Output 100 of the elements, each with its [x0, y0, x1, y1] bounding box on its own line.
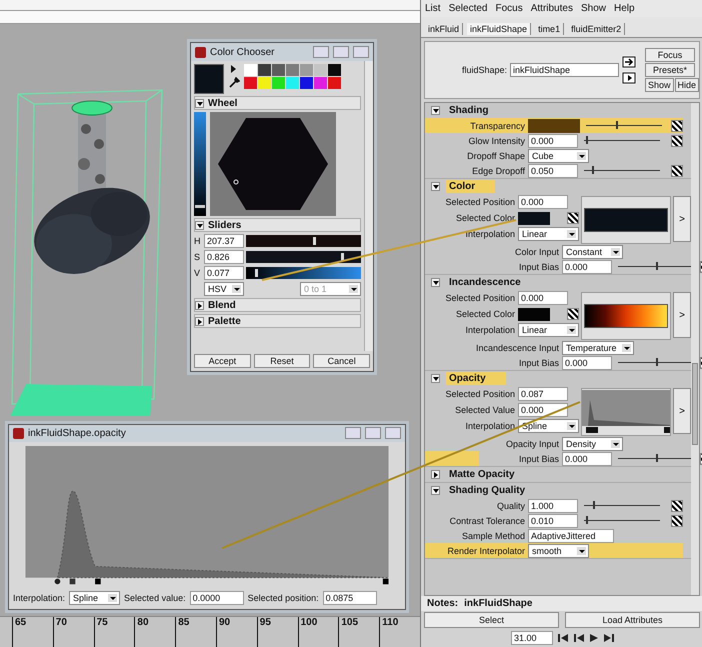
dialog-button[interactable]: Cancel — [313, 354, 370, 368]
dropdown[interactable]: Density — [562, 436, 623, 450]
palette-swatch[interactable] — [258, 64, 271, 76]
slider-track[interactable] — [246, 251, 361, 263]
section-header[interactable]: Wheel — [194, 96, 361, 110]
value-field[interactable]: 0.000 — [518, 403, 568, 417]
section-header[interactable]: Color — [425, 179, 691, 194]
ramp-expand-button[interactable]: > — [673, 292, 691, 338]
color-swatch[interactable] — [528, 118, 580, 132]
value-thumb[interactable] — [195, 205, 205, 208]
value-field[interactable]: 207.37 — [204, 234, 244, 248]
close-icon[interactable] — [385, 427, 401, 440]
minimize-icon[interactable] — [345, 427, 361, 440]
interpolation-dropdown[interactable]: Spline — [69, 591, 120, 605]
show-button[interactable]: Show — [645, 78, 674, 92]
map-button[interactable] — [671, 134, 683, 146]
value-field[interactable]: 0.050 — [528, 164, 578, 178]
go-to-end-icon[interactable] — [603, 633, 615, 643]
selected-position-field[interactable]: 0.0875 — [322, 591, 377, 605]
dropdown[interactable]: Linear — [518, 227, 579, 241]
tab[interactable]: inkFluid — [425, 23, 464, 35]
map-button[interactable] — [567, 308, 579, 320]
value-field[interactable]: 0.077 — [204, 266, 244, 280]
focus-button[interactable]: Focus — [645, 48, 695, 62]
select-button[interactable]: Select — [424, 612, 559, 628]
palette-swatch[interactable] — [286, 77, 299, 89]
menu-item[interactable]: List — [425, 3, 441, 14]
slider-thumb[interactable] — [593, 501, 596, 509]
scrollbar[interactable] — [364, 61, 373, 351]
close-icon[interactable] — [353, 46, 369, 58]
value-field[interactable]: 0.087 — [518, 387, 568, 401]
play-icon[interactable] — [589, 633, 599, 643]
color-swatch[interactable] — [518, 308, 550, 320]
palette-swatch[interactable] — [272, 77, 285, 89]
current-time-field[interactable]: 31.00 — [511, 631, 553, 645]
palette-swatch[interactable] — [300, 77, 313, 89]
arrow-icon[interactable] — [228, 64, 238, 74]
slider-thumb[interactable] — [341, 253, 344, 261]
menu-item[interactable]: Show — [580, 3, 606, 14]
color-wheel-drawing[interactable] — [210, 112, 336, 216]
dialog-button[interactable]: Accept — [194, 354, 251, 368]
section-header[interactable]: Sliders — [194, 218, 361, 232]
value-field[interactable]: 0.000 — [562, 260, 612, 274]
menu-item[interactable]: Focus — [495, 3, 523, 14]
step-back-icon[interactable] — [573, 633, 585, 643]
map-button[interactable] — [567, 212, 579, 224]
dropdown[interactable]: Temperature — [562, 340, 634, 354]
map-button[interactable] — [671, 164, 683, 176]
palette-swatch[interactable] — [244, 64, 257, 76]
maximize-icon[interactable] — [333, 46, 349, 58]
slider-track[interactable] — [246, 235, 361, 247]
tab[interactable]: inkFluidShape — [467, 23, 532, 35]
palette-swatch[interactable] — [328, 77, 341, 89]
slider-thumb[interactable] — [592, 166, 594, 174]
ramp-expand-button[interactable]: > — [673, 196, 691, 242]
section-header[interactable]: Shading — [425, 103, 691, 118]
input-connection-icon[interactable] — [622, 56, 636, 68]
timeline[interactable]: 65 70 75 80 85 90 95 100 105 110 — [0, 616, 420, 647]
color-swatch[interactable] — [518, 212, 550, 224]
menu-item[interactable]: Selected — [448, 3, 488, 14]
slider-thumb[interactable] — [586, 136, 588, 144]
slider-thumb[interactable] — [586, 516, 588, 524]
value-field[interactable]: 0.000 — [518, 291, 568, 305]
value-field[interactable]: 0.010 — [528, 514, 578, 528]
scrollbar[interactable] — [691, 103, 699, 595]
hide-button[interactable]: Hide — [674, 78, 700, 92]
scrollbar-thumb[interactable] — [692, 363, 698, 445]
ramp-expand-button[interactable]: > — [673, 388, 691, 434]
menu-item[interactable]: Help — [614, 3, 635, 14]
value-field[interactable]: 0.000 — [518, 195, 568, 209]
color-ramp[interactable] — [584, 208, 668, 232]
palette-swatch[interactable] — [244, 77, 257, 89]
menu-item[interactable]: Attributes — [530, 3, 573, 14]
palette-swatch[interactable] — [314, 64, 327, 76]
palette-swatch[interactable] — [314, 77, 327, 89]
slider-track[interactable] — [246, 267, 361, 279]
go-to-start-icon[interactable] — [557, 633, 569, 643]
section-header[interactable]: Palette — [194, 314, 361, 328]
selected-value-field[interactable]: 0.0000 — [190, 591, 244, 605]
palette-swatch[interactable] — [258, 77, 271, 89]
output-connection-icon[interactable] — [622, 72, 636, 84]
value-bar[interactable] — [194, 112, 206, 216]
value-field[interactable]: 0.000 — [562, 452, 612, 466]
value-field[interactable]: 1.000 — [528, 498, 578, 512]
dropdown[interactable]: Constant — [562, 244, 623, 258]
palette-swatch[interactable] — [328, 64, 341, 76]
palette-swatch[interactable] — [300, 64, 313, 76]
presets-button[interactable]: Presets* — [645, 63, 695, 77]
slider-thumb[interactable] — [255, 269, 258, 277]
slider-thumb[interactable] — [616, 121, 618, 129]
palette-swatch[interactable] — [286, 64, 299, 76]
dialog-button[interactable]: Reset — [254, 354, 310, 368]
eyedropper-icon[interactable] — [228, 77, 240, 89]
value-field[interactable]: AdaptiveJittered — [528, 528, 614, 542]
slider-thumb[interactable] — [312, 237, 316, 245]
section-header[interactable]: Incandescence — [425, 275, 691, 290]
map-button[interactable] — [671, 514, 683, 526]
value-field[interactable]: 0.000 — [528, 134, 578, 148]
tab[interactable]: fluidEmitter2 — [568, 23, 626, 35]
dropdown[interactable]: Spline — [518, 419, 579, 433]
